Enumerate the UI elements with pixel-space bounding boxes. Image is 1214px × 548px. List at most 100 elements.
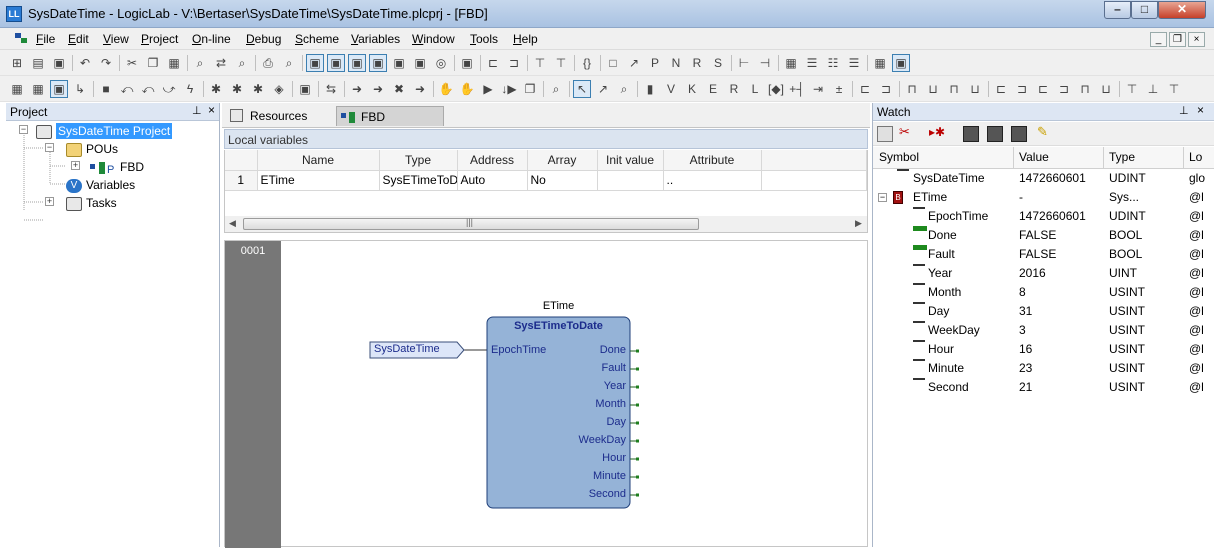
maximize-button[interactable]: □ (1131, 1, 1158, 19)
watch-row-hour[interactable]: Hour 16 USINT @l (873, 340, 1214, 359)
watch-row-etime[interactable]: − B ETime - Sys... @l (873, 188, 1214, 207)
watch-save-icon[interactable] (1011, 126, 1027, 142)
contact-icon[interactable]: □ (604, 54, 622, 72)
menu-item-window[interactable]: Window (412, 32, 455, 46)
e1-icon[interactable]: ⊏ (992, 80, 1010, 98)
brace-icon[interactable]: {} (578, 54, 596, 72)
f1-icon[interactable]: ⊤ (1123, 80, 1141, 98)
close-button[interactable]: ✕ (1158, 1, 1206, 19)
step-over-icon[interactable]: ➜ (369, 80, 387, 98)
hand-icon[interactable]: ✋ (437, 80, 455, 98)
build-icon[interactable]: ▦ (29, 80, 47, 98)
undo-icon[interactable]: ↶ (76, 54, 94, 72)
pencil-icon[interactable]: ✎ (1037, 124, 1048, 140)
bp3-icon[interactable]: ✱ (249, 80, 267, 98)
toggle2-icon[interactable]: ⊤ (552, 54, 570, 72)
back-icon[interactable]: ⤺ (139, 80, 157, 98)
e-icon[interactable]: E (704, 80, 722, 98)
expand-fbd-toggle[interactable]: + (71, 161, 80, 170)
download-icon[interactable]: ↳ (71, 80, 89, 98)
bp2-icon[interactable]: ✱ (228, 80, 246, 98)
e5-icon[interactable]: ⊓ (1076, 80, 1094, 98)
fbd-canvas[interactable]: 0001 ETime SysETimeToDate SysDateTime Ep… (224, 240, 868, 548)
f3-icon[interactable]: ⊤ (1165, 80, 1183, 98)
view-browser-icon[interactable]: ▣ (411, 54, 429, 72)
coil-icon[interactable]: ↗ (625, 54, 643, 72)
print-preview-icon[interactable]: ⌕ (280, 54, 298, 72)
watch-row-weekday[interactable]: WeekDay 3 USINT @l (873, 321, 1214, 340)
watch-row-minute[interactable]: Minute 23 USINT @l (873, 359, 1214, 378)
col-type[interactable]: Type (379, 150, 458, 171)
cell-type[interactable]: SysETimeToD (379, 170, 458, 191)
table-icon[interactable]: ▦ (871, 54, 889, 72)
close-icon[interactable]: × (208, 103, 215, 117)
view-callstack-icon[interactable]: ◎ (432, 54, 450, 72)
menu-item-tools[interactable]: Tools (470, 32, 498, 46)
col-array[interactable]: Array (527, 150, 598, 171)
block-type-name[interactable]: SysETimeToDate (487, 320, 630, 332)
l-icon[interactable]: L (746, 80, 764, 98)
e6-icon[interactable]: ⊔ (1097, 80, 1115, 98)
scroll-thumb[interactable]: ||| (243, 217, 699, 230)
menu-item-on-line[interactable]: On-line (192, 32, 231, 46)
view-output-icon[interactable]: ▣ (348, 54, 366, 72)
rewind-icon[interactable]: ⤺ (118, 80, 136, 98)
rows-icon[interactable]: ☰ (803, 54, 821, 72)
collapse-etime-toggle[interactable]: − (878, 193, 887, 202)
view-oscilloscope-icon[interactable]: ▣ (390, 54, 408, 72)
block-icon[interactable]: ▮ (641, 80, 659, 98)
s-icon[interactable]: S (709, 54, 727, 72)
menu-item-edit[interactable]: Edit (68, 32, 89, 46)
toggle-icon[interactable]: ⊤ (531, 54, 549, 72)
tree-item-project[interactable]: SysDateTime Project (36, 122, 173, 140)
scroll-left-icon[interactable]: ◀ (229, 218, 236, 229)
mdi-minimize-button[interactable]: _ (1150, 32, 1167, 47)
watch-row-sysdatetime[interactable]: SysDateTime 1472660601 UDINT glo (873, 169, 1214, 188)
split-icon[interactable]: ☰ (845, 54, 863, 72)
branch2-icon[interactable]: ⊣ (756, 54, 774, 72)
replace-icon[interactable]: ⇄ (212, 54, 230, 72)
col-name[interactable]: Name (257, 150, 380, 171)
tab-fbd[interactable]: FBD (336, 106, 444, 126)
stop-icon[interactable]: ■ (97, 80, 115, 98)
align-left-icon[interactable]: ⊏ (484, 54, 502, 72)
remove-watch-icon[interactable]: ✂ (899, 124, 910, 140)
view-full-icon[interactable]: ▣ (458, 54, 476, 72)
pin-icon[interactable]: ⊥ (1179, 104, 1189, 117)
watch-row-second[interactable]: Second 21 USINT @l (873, 378, 1214, 397)
open-icon[interactable]: ▤ (29, 54, 47, 72)
copy-icon[interactable]: ❐ (144, 54, 162, 72)
col-init-value[interactable]: Init value (597, 150, 664, 171)
neg-icon[interactable]: +┤ (788, 80, 806, 98)
copy2-icon[interactable]: ❐ (521, 80, 539, 98)
watch-row-done[interactable]: Done FALSE BOOL @l (873, 226, 1214, 245)
cols-icon[interactable]: ☷ (824, 54, 842, 72)
jump-icon[interactable]: ⇥ (809, 80, 827, 98)
forward-icon[interactable]: ⤻ (160, 80, 178, 98)
e4-icon[interactable]: ⊐ (1055, 80, 1073, 98)
menu-item-file[interactable]: File (36, 32, 55, 46)
col-value[interactable]: Value (1019, 150, 1049, 164)
watch-row-epochtime[interactable]: EpochTime 1472660601 UDINT @l (873, 207, 1214, 226)
pointer-icon[interactable]: ↖ (573, 80, 591, 98)
watch-row-month[interactable]: Month 8 USINT @l (873, 283, 1214, 302)
c2-icon[interactable]: ⊐ (877, 80, 895, 98)
e3-icon[interactable]: ⊏ (1034, 80, 1052, 98)
collapse-pous-toggle[interactable]: − (45, 143, 54, 152)
f2-icon[interactable]: ⊥ (1144, 80, 1162, 98)
cell-init-value[interactable] (597, 170, 664, 191)
const-icon[interactable]: K (683, 80, 701, 98)
cell-address[interactable]: Auto (457, 170, 528, 191)
paste-icon[interactable]: ▦ (165, 54, 183, 72)
table-row[interactable]: 1 ETime SysETimeToD Auto No .. (225, 170, 867, 191)
watch-row-fault[interactable]: Fault FALSE BOOL @l (873, 245, 1214, 264)
minimize-button[interactable]: – (1104, 1, 1131, 19)
d2-icon[interactable]: ⊔ (924, 80, 942, 98)
align-right-icon[interactable]: ⊐ (505, 54, 523, 72)
connection-icon[interactable]: ↗ (594, 80, 612, 98)
step-icon[interactable]: ▸✱ (929, 125, 945, 139)
run-icon[interactable]: ➜ (411, 80, 429, 98)
c1-icon[interactable]: ⊏ (856, 80, 874, 98)
p-icon[interactable]: P (646, 54, 664, 72)
tab-resources[interactable]: Resources (226, 106, 332, 126)
